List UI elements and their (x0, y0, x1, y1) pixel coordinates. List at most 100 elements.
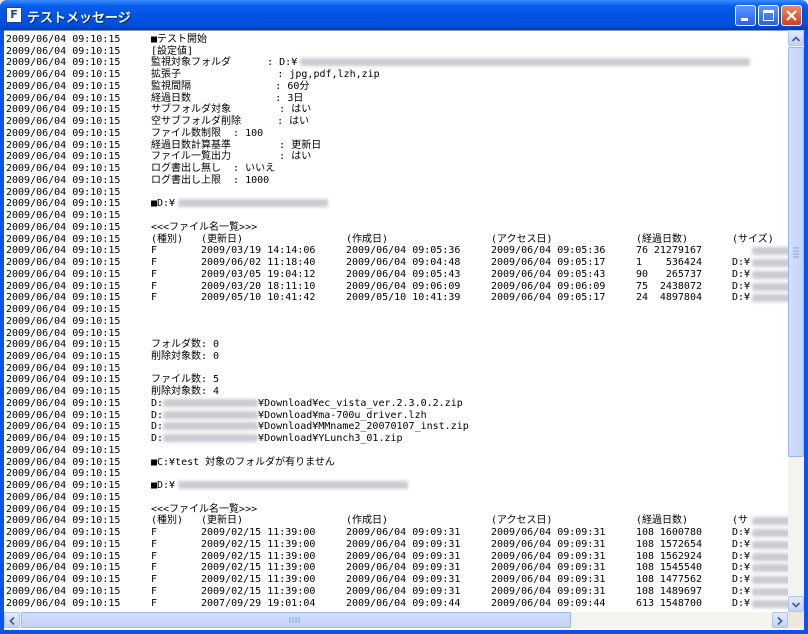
horizontal-scroll-thumb[interactable] (21, 612, 571, 628)
log-message-text: <<<ファイル名一覧>>> (151, 503, 258, 515)
log-column-value: 2009/06/04 09:09:31 (346, 574, 461, 586)
log-timestamp: 2009/06/04 09:10:15 (6, 210, 121, 222)
log-column-value: 2009/06/04 09:09:31 (491, 574, 606, 586)
log-message: [設定値] (151, 46, 193, 58)
app-icon[interactable]: F (6, 7, 22, 23)
horizontal-scrollbar[interactable] (4, 612, 788, 628)
log-column-value: (作成日) (346, 515, 389, 527)
log-message-text: D: (151, 421, 164, 433)
vertical-scrollbar[interactable] (788, 30, 804, 612)
minimize-button[interactable] (735, 5, 756, 26)
log-message: ■D:¥ (151, 480, 409, 492)
log-column-value: 2009/06/04 09:09:31 (491, 538, 606, 550)
log-message-text: D: (151, 397, 164, 409)
log-timestamp: 2009/06/04 09:10:15 (6, 315, 121, 327)
redacted-path (163, 434, 259, 443)
redacted-path (163, 398, 259, 407)
log-message: D: ¥Download¥ec_vista_ver.2.3.0.2.zip (151, 398, 463, 410)
log-message: <<<ファイル名一覧>>> (151, 222, 257, 234)
log-column-value: (更新日) (201, 515, 244, 527)
log-timestamp: 2009/06/04 09:10:15 (6, 444, 121, 456)
log-column-value: 2009/06/02 11:18:40 (201, 257, 316, 269)
log-message-text: ファイル数: 5 (151, 374, 220, 386)
scrollbar-corner (788, 612, 804, 628)
log-timestamp: 2009/06/04 09:10:15 (6, 503, 121, 515)
log-timestamp: 2009/06/04 09:10:15 (6, 456, 121, 468)
log-timestamp: 2009/06/04 09:10:15 (6, 562, 121, 574)
log-timestamp: 2009/06/04 09:10:15 (6, 186, 121, 198)
redacted-path (752, 529, 788, 538)
log-message: D: ¥Download¥YLunch3_01.zip (151, 433, 403, 445)
log-column-value: 2009/06/04 09:09:31 (346, 527, 461, 539)
log-message: 削除対象数: 4 (151, 386, 219, 398)
log-timestamp: 2009/06/04 09:10:15 (6, 139, 121, 151)
vertical-scroll-thumb[interactable] (788, 47, 804, 457)
log-column-value: 2009/05/10 10:41:42 (201, 292, 316, 304)
log-timestamp: 2009/06/04 09:10:15 (6, 374, 121, 386)
log-message: 監視対象フォルダ : D:¥ (151, 57, 751, 69)
title-bar[interactable]: F テストメッセージ (0, 0, 808, 30)
log-column-value: 536424 (665, 257, 702, 269)
log-message-text: D: (151, 409, 164, 421)
log-column-value: (サ (732, 515, 749, 527)
scroll-down-button[interactable] (788, 596, 804, 612)
log-timestamp: 2009/06/04 09:10:15 (6, 92, 121, 104)
log-column-value: D:¥ (732, 280, 751, 292)
log-column-value: 1562924 (659, 550, 702, 562)
log-column-value: 2009/02/15 11:39:00 (201, 538, 316, 550)
log-timestamp: 2009/06/04 09:10:15 (6, 515, 121, 527)
log-timestamp: 2009/06/04 09:10:15 (6, 198, 121, 210)
log-timestamp: 2009/06/04 09:10:15 (6, 57, 121, 69)
redacted-path (752, 270, 788, 279)
log-timestamp: 2009/06/04 09:10:15 (6, 585, 121, 597)
log-column-value: F (151, 550, 158, 562)
log-message-text: フォルダ数: 0 (151, 339, 220, 351)
log-message-text: 経過日数 : 3日 (151, 92, 304, 104)
scroll-right-button[interactable] (772, 612, 788, 628)
log-column-value: 1489697 (659, 585, 702, 597)
scroll-up-button[interactable] (788, 30, 804, 46)
log-column-value: 2009/06/04 09:09:44 (491, 597, 606, 609)
log-column-value: 2009/05/10 10:41:39 (346, 292, 461, 304)
log-timestamp: 2009/06/04 09:10:15 (6, 127, 121, 139)
log-column-value: D:¥ (732, 585, 751, 597)
log-timestamp: 2009/06/04 09:10:15 (6, 104, 121, 116)
log-column-value: 2009/06/04 09:09:31 (491, 585, 606, 597)
scroll-left-button[interactable] (4, 612, 20, 628)
log-column-value: (種別) (151, 515, 184, 527)
log-timestamp: 2009/06/04 09:10:15 (6, 350, 121, 362)
redacted-path (163, 410, 259, 419)
log-column-value: D:¥ (732, 268, 751, 280)
log-column-value: 76 (636, 245, 649, 257)
log-message-text: 削除対象数: 4 (151, 386, 220, 398)
log-timestamp: 2009/06/04 09:10:15 (6, 151, 121, 163)
log-message: D: ¥Download¥MMname2_20070107_inst.zip (151, 421, 469, 433)
log-text-area[interactable]: 2009/06/04 09:10:15 ■テスト開始 2009/06/04 09:1… (4, 30, 788, 612)
log-column-value: 2009/02/15 11:39:00 (201, 527, 316, 539)
log-timestamp: 2009/06/04 09:10:15 (6, 397, 121, 409)
log-column-value: 21279167 (653, 245, 702, 257)
log-column-value: 2009/06/04 09:09:31 (491, 562, 606, 574)
log-column-value: 2009/06/04 09:09:31 (346, 538, 461, 550)
log-timestamp: 2009/06/04 09:10:15 (6, 268, 121, 280)
maximize-button[interactable] (758, 5, 779, 26)
log-timestamp: 2009/06/04 09:10:15 (6, 386, 121, 398)
log-message-text: ログ書出し無し : いいえ (151, 163, 276, 175)
log-column-value: 75 (636, 280, 649, 292)
log-timestamp: 2009/06/04 09:10:15 (6, 69, 121, 81)
log-column-value: F (151, 280, 158, 292)
log-column-value: 90 (636, 268, 649, 280)
log-column-value: 1600780 (659, 527, 702, 539)
log-message: ファイル一覧出力 : はい (151, 151, 311, 163)
log-column-value: 2009/06/04 09:05:36 (491, 245, 606, 257)
close-button[interactable] (781, 5, 802, 26)
log-message-path: ¥Download¥ec_vista_ver.2.3.0.2.zip (258, 397, 463, 409)
log-column-value: 2009/06/04 09:05:36 (346, 245, 461, 257)
redacted-path (752, 247, 788, 256)
log-message: ■D:¥ (151, 198, 329, 210)
log-column-value: D:¥ (732, 597, 751, 609)
log-message-text: ■C:¥test 対象のフォルダが有りません (151, 456, 335, 468)
log-column-value: 2009/06/04 09:09:31 (346, 562, 461, 574)
log-message: 空サブフォルダ削除 : はい (151, 116, 309, 128)
log-message-text: D: (151, 433, 164, 445)
